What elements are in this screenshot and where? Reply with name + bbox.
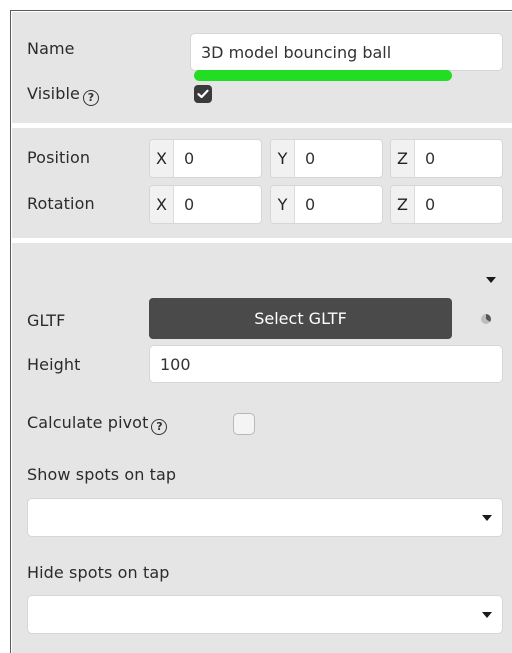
rotation-z-value: 0: [425, 195, 436, 214]
rotation-label: Rotation: [27, 194, 95, 213]
visible-label: Visible?: [27, 84, 99, 106]
name-input[interactable]: 3D model bouncing ball: [190, 33, 503, 71]
gltf-label: GLTF: [27, 311, 66, 330]
visible-checkbox[interactable]: [194, 85, 212, 103]
axis-y-label: Y: [271, 186, 295, 223]
height-label: Height: [27, 355, 81, 374]
transform-section: Position X 0 Y 0 Z 0 Rotation X 0 Y 0 Z …: [12, 128, 512, 238]
name-label: Name: [27, 39, 75, 58]
position-x-input[interactable]: X 0: [149, 139, 262, 178]
general-section: Name 3D model bouncing ball Visible?: [12, 12, 512, 123]
rotation-y-input[interactable]: Y 0: [270, 185, 383, 224]
position-y-input[interactable]: Y 0: [270, 139, 383, 178]
model-section: GLTF Select GLTF Height 100 Calculate pi…: [12, 243, 512, 653]
axis-y-label: Y: [271, 140, 295, 177]
calculate-pivot-checkbox[interactable]: [233, 413, 255, 435]
chevron-down-icon: [482, 612, 492, 618]
help-icon[interactable]: ?: [151, 418, 168, 435]
calculate-pivot-text: Calculate pivot: [27, 413, 149, 432]
position-label: Position: [27, 148, 91, 167]
show-spots-select[interactable]: [27, 498, 503, 537]
position-y-value: 0: [305, 149, 316, 168]
axis-x-label: X: [150, 186, 174, 223]
rotation-z-input[interactable]: Z 0: [390, 185, 503, 224]
axis-z-label: Z: [391, 186, 415, 223]
loading-spinner-icon: [481, 314, 491, 324]
rotation-y-value: 0: [305, 195, 316, 214]
help-icon[interactable]: ?: [82, 89, 99, 106]
annotation-highlight: [194, 70, 452, 81]
position-z-input[interactable]: Z 0: [390, 139, 503, 178]
calculate-pivot-label: Calculate pivot?: [27, 413, 168, 435]
collapse-chevron-icon[interactable]: [486, 277, 496, 283]
show-spots-label: Show spots on tap: [27, 465, 177, 484]
select-gltf-button[interactable]: Select GLTF: [149, 298, 452, 339]
axis-z-label: Z: [391, 140, 415, 177]
name-value: 3D model bouncing ball: [201, 42, 392, 62]
position-x-value: 0: [184, 149, 195, 168]
axis-x-label: X: [150, 140, 174, 177]
rotation-x-value: 0: [184, 195, 195, 214]
properties-panel: Name 3D model bouncing ball Visible? Pos…: [10, 10, 512, 653]
hide-spots-select[interactable]: [27, 595, 503, 634]
checkmark-icon: [197, 89, 209, 99]
rotation-x-input[interactable]: X 0: [149, 185, 262, 224]
height-value: 100: [160, 354, 191, 374]
position-z-value: 0: [425, 149, 436, 168]
height-input[interactable]: 100: [149, 345, 503, 383]
visible-label-text: Visible: [27, 84, 80, 103]
hide-spots-label: Hide spots on tap: [27, 563, 170, 582]
chevron-down-icon: [482, 515, 492, 521]
